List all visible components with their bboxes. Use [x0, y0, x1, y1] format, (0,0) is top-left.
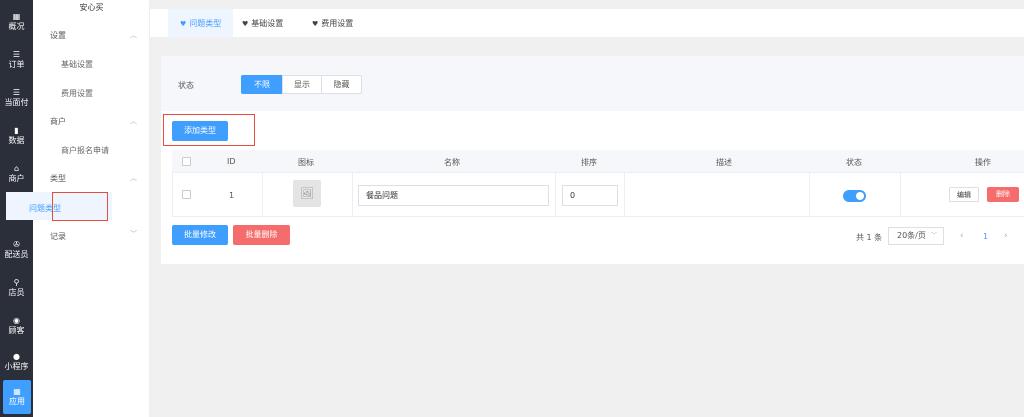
filter-option-hide[interactable]: 隐藏: [321, 75, 362, 94]
tab-fee-settings[interactable]: ♥ 费用设置: [300, 9, 365, 37]
rail-item-label: 数据: [8, 136, 25, 145]
rail-item-label: 顾客: [8, 326, 25, 335]
tab-label: 基础设置: [251, 19, 284, 28]
prev-page-icon[interactable]: ‹: [960, 231, 964, 241]
tab-label: 问题类型: [189, 19, 222, 28]
highlight-box: [163, 114, 255, 146]
menu-item-fee-settings[interactable]: 费用设置: [61, 88, 93, 99]
menu-group-merchant[interactable]: 商户: [50, 116, 66, 127]
rail-item-clerk[interactable]: ⚲ 店员: [0, 271, 33, 305]
divider: [555, 172, 556, 216]
rail-item-courier[interactable]: ✇ 配送员: [0, 233, 33, 267]
status-switch[interactable]: [843, 190, 866, 202]
filter-option-all[interactable]: 不限: [241, 75, 283, 94]
col-name: 名称: [444, 158, 460, 167]
col-status: 状态: [846, 158, 862, 167]
chevron-up-icon[interactable]: ︿: [130, 173, 137, 183]
chevron-up-icon[interactable]: ︿: [130, 30, 137, 40]
scooter-icon: ✇: [13, 240, 20, 249]
sort-input[interactable]: 0: [562, 185, 618, 206]
rail-item-label: 概况: [8, 22, 25, 31]
row-checkbox[interactable]: [182, 190, 191, 199]
name-input[interactable]: 餐品问题: [358, 185, 549, 206]
rail-item-label: 当面付: [4, 98, 29, 107]
highlight-box: [52, 192, 108, 221]
chat-icon: ●: [13, 352, 20, 361]
row-id: 1: [229, 191, 235, 200]
menu-group-record[interactable]: 记录: [50, 231, 66, 242]
rail-item-label: 商户: [8, 174, 25, 183]
heart-icon: ♥: [312, 20, 319, 28]
divider: [352, 172, 353, 216]
menu-group-settings[interactable]: 设置: [50, 30, 66, 41]
divider: [172, 216, 1024, 217]
delete-button[interactable]: 删除: [987, 187, 1019, 202]
chevron-down-icon[interactable]: ﹀: [130, 229, 137, 239]
overview-icon: ▦: [12, 12, 21, 21]
next-page-icon[interactable]: ›: [1004, 231, 1008, 241]
menu-item-merchant-apply[interactable]: 商户报名申请: [61, 145, 109, 156]
col-id: ID: [227, 157, 236, 166]
menu-group-type[interactable]: 类型: [50, 173, 66, 184]
divider: [809, 172, 810, 216]
divider: [172, 172, 173, 216]
tab-question-type[interactable]: ♥ 问题类型: [168, 9, 234, 37]
menu-title: 安心买: [79, 3, 104, 12]
bar-chart-icon: ▮: [14, 126, 19, 135]
rail-item-apps[interactable]: ▦ 应用: [3, 380, 31, 414]
list-icon: ☰: [12, 88, 21, 97]
heart-icon: ♥: [180, 20, 187, 28]
col-description: 描述: [716, 158, 732, 167]
menu-item-basic-settings[interactable]: 基础设置: [61, 59, 93, 70]
chevron-up-icon[interactable]: ︿: [130, 116, 137, 126]
status-filter-label: 状态: [178, 81, 194, 90]
shop-icon: ⌂: [13, 164, 20, 173]
page-size-select[interactable]: 20条/页 ﹀: [888, 227, 944, 245]
customer-icon: ◉: [13, 316, 20, 325]
rail-item-data[interactable]: ▮ 数据: [0, 119, 33, 153]
divider: [900, 172, 901, 216]
chevron-down-icon: ﹀: [930, 232, 937, 239]
col-icon: 图标: [298, 158, 314, 167]
rail-item-label: 小程序: [4, 362, 29, 371]
tab-label: 费用设置: [321, 19, 354, 28]
tab-basic-settings[interactable]: ♥ 基础设置: [230, 9, 295, 37]
list-icon: ☰: [12, 50, 21, 59]
divider: [624, 172, 625, 216]
batch-edit-button[interactable]: 批量修改: [172, 225, 228, 245]
col-actions: 操作: [975, 158, 991, 167]
edit-button[interactable]: 编辑: [949, 187, 979, 202]
pagination-total: 共 1 条: [856, 233, 883, 242]
rail-item-facepay[interactable]: ☰ 当面付: [0, 81, 33, 115]
batch-delete-button[interactable]: 批量删除: [233, 225, 290, 245]
rail-item-label: 订单: [8, 60, 25, 69]
heart-icon: ♥: [242, 20, 249, 28]
divider: [262, 172, 263, 216]
page-size-value: 20条/页: [897, 231, 926, 240]
rail-item-label: 应用: [9, 397, 25, 406]
rail-item-label: 配送员: [4, 250, 29, 259]
select-all-checkbox[interactable]: [182, 157, 191, 166]
rail-item-miniprogram[interactable]: ● 小程序: [0, 345, 33, 379]
filter-option-show[interactable]: 显示: [282, 75, 322, 94]
col-sort: 排序: [581, 158, 597, 167]
app-root: ▦ 概况 ☰ 订单 ☰ 当面付 ▮ 数据 ⌂ 商户 ♫ 售后 ✇ 配送员 ⚲ 店: [0, 0, 1024, 417]
image-placeholder-icon: 🖼: [293, 180, 321, 207]
user-icon: ⚲: [13, 278, 20, 287]
divider: [172, 172, 1024, 173]
rail-item-customer[interactable]: ◉ 顾客: [0, 309, 33, 343]
rail-item-overview[interactable]: ▦ 概况: [0, 5, 33, 39]
rail-item-merchant[interactable]: ⌂ 商户: [0, 157, 33, 191]
rail-item-label: 店员: [8, 288, 25, 297]
apps-grid-icon: ▦: [13, 387, 21, 396]
rail-item-orders[interactable]: ☰ 订单: [0, 43, 33, 77]
page-number[interactable]: 1: [983, 232, 988, 241]
